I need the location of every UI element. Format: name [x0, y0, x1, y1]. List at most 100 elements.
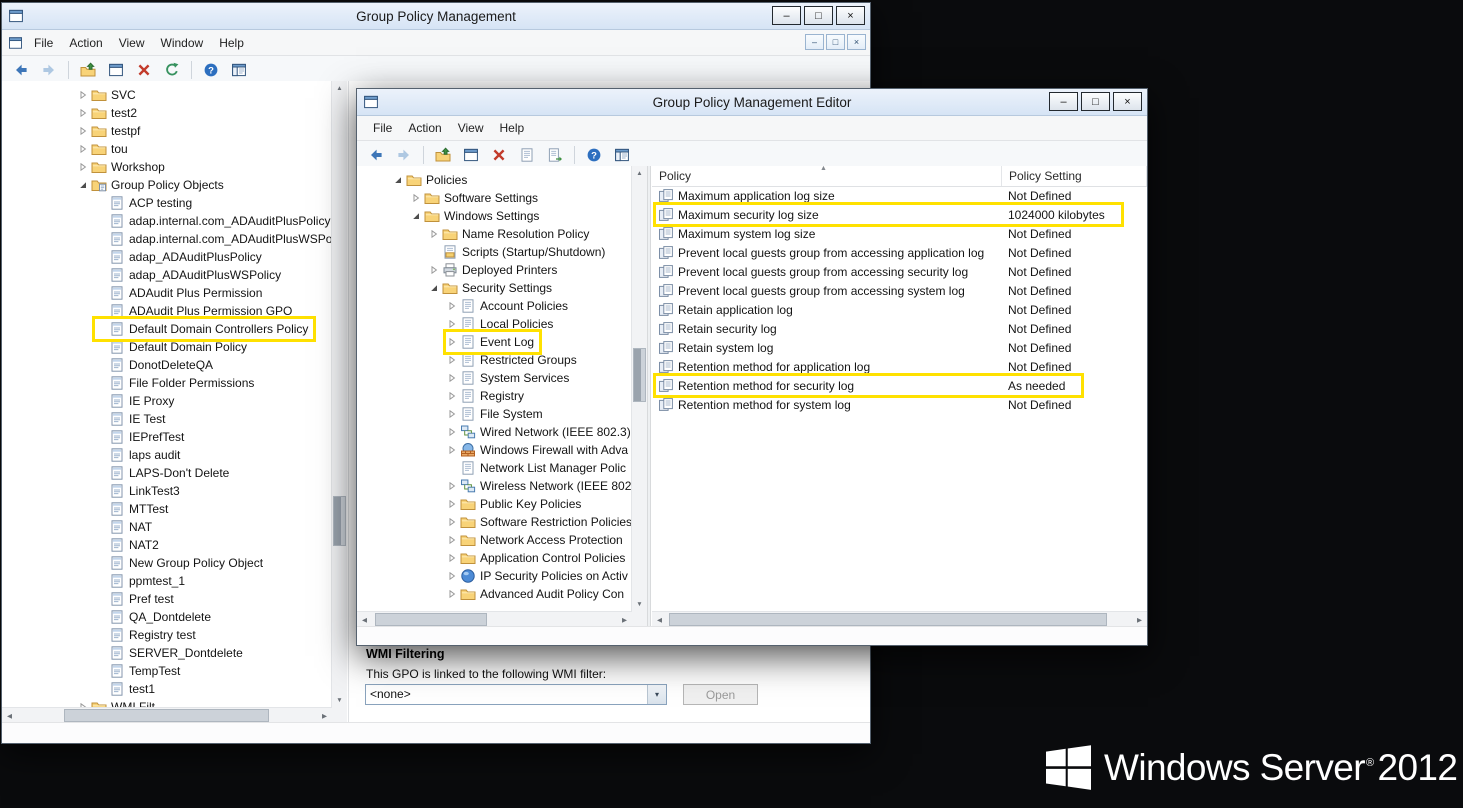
gpme-menu-file[interactable]: File	[365, 121, 400, 135]
gpm-menu-file[interactable]: File	[26, 36, 61, 50]
tree-item-file-system[interactable]: File System	[357, 405, 632, 423]
tree-item-acp-testing[interactable]: ACP testing	[2, 194, 332, 212]
scrollbar-thumb[interactable]	[375, 613, 487, 626]
expand-arrow-icon[interactable]	[429, 229, 442, 239]
forward-button[interactable]	[391, 143, 417, 167]
tree-item-network-list-manager-polic[interactable]: Network List Manager Polic	[357, 459, 632, 477]
delete-button[interactable]	[486, 143, 512, 167]
expand-arrow-icon[interactable]	[447, 337, 460, 347]
scrollbar-thumb[interactable]	[64, 709, 269, 722]
expand-arrow-icon[interactable]	[78, 108, 91, 118]
tree-item-ip-security-policies-on-activ[interactable]: IP Security Policies on Activ	[357, 567, 632, 585]
policy-row-retain-security-log[interactable]: Retain security log Not Defined	[652, 319, 1147, 338]
help-button[interactable]: ?	[198, 58, 224, 82]
collapse-arrow-icon[interactable]	[411, 211, 424, 221]
gpm-tree-horizontal-scrollbar[interactable]: ◀ ▶	[2, 707, 332, 723]
tree-item-security-settings[interactable]: Security Settings	[357, 279, 632, 297]
close-button[interactable]: ×	[836, 6, 865, 25]
dropdown-arrow-icon[interactable]: ▾	[647, 685, 666, 704]
tree-item-workshop[interactable]: Workshop	[2, 158, 332, 176]
gpme-menu-action[interactable]: Action	[400, 121, 449, 135]
up-one-level-button[interactable]	[430, 143, 456, 167]
tree-item-registry[interactable]: Registry	[357, 387, 632, 405]
gpme-tree-horizontal-scrollbar[interactable]: ◀ ▶	[357, 611, 632, 627]
tree-item-wireless-network-ieee-802[interactable]: Wireless Network (IEEE 802.	[357, 477, 632, 495]
tree-item-pref-test[interactable]: Pref test	[2, 590, 332, 608]
tree-item-adap-adauditpluspolicy[interactable]: adap_ADAuditPlusPolicy	[2, 248, 332, 266]
tree-item-temptest[interactable]: TempTest	[2, 662, 332, 680]
policy-row-maximum-security-log-size[interactable]: Maximum security log size 1024000 kilobyt…	[652, 202, 1147, 227]
gpm-titlebar[interactable]: Group Policy Management – □ ×	[2, 3, 870, 30]
scroll-up-arrow-icon[interactable]: ▲	[632, 166, 647, 181]
gpm-menu-action[interactable]: Action	[61, 36, 110, 50]
properties-button[interactable]	[514, 143, 540, 167]
tree-item-donotdeleteqa[interactable]: DonotDeleteQA	[2, 356, 332, 374]
scroll-right-arrow-icon[interactable]: ▶	[617, 612, 632, 627]
expand-arrow-icon[interactable]	[78, 162, 91, 172]
maximize-button[interactable]: □	[1081, 92, 1110, 111]
tree-item-linktest3[interactable]: LinkTest3	[2, 482, 332, 500]
tree-item-new-group-policy-object[interactable]: New Group Policy Object	[2, 554, 332, 572]
wmi-filter-dropdown[interactable]: <none> ▾	[365, 684, 667, 705]
export-list-button[interactable]	[542, 143, 568, 167]
scroll-down-arrow-icon[interactable]: ▼	[632, 597, 647, 612]
tree-item-adaudit-plus-permission[interactable]: ADAudit Plus Permission	[2, 284, 332, 302]
maximize-button[interactable]: □	[804, 6, 833, 25]
tree-item-adap-adauditpluswspolicy[interactable]: adap_ADAuditPlusWSPolicy	[2, 266, 332, 284]
tree-item-default-domain-policy[interactable]: Default Domain Policy	[2, 338, 332, 356]
tree-item-adap-internal-com-adauditpluswspo[interactable]: adap.internal.com_ADAuditPlusWSPo	[2, 230, 332, 248]
tree-item-software-settings[interactable]: Software Settings	[357, 189, 632, 207]
scrollbar-thumb[interactable]	[633, 348, 646, 402]
expand-arrow-icon[interactable]	[447, 571, 460, 581]
tree-item-svc[interactable]: SVC	[2, 86, 332, 104]
gpm-tree-vertical-scrollbar[interactable]: ▲ ▼	[331, 81, 347, 708]
policy-row-retain-application-log[interactable]: Retain application log Not Defined	[652, 300, 1147, 319]
expand-arrow-icon[interactable]	[447, 499, 460, 509]
delete-button[interactable]	[131, 58, 157, 82]
expand-arrow-icon[interactable]	[78, 126, 91, 136]
minimize-button[interactable]: –	[1049, 92, 1078, 111]
collapse-arrow-icon[interactable]	[393, 175, 406, 185]
expand-arrow-icon[interactable]	[78, 90, 91, 100]
policy-column-header[interactable]: Policy ▲	[652, 165, 1002, 186]
expand-arrow-icon[interactable]	[447, 319, 460, 329]
policy-row-retention-method-for-security-log[interactable]: Retention method for security log As need…	[652, 373, 1147, 398]
tree-item-scripts-startup-shutdown[interactable]: Scripts (Startup/Shutdown)	[357, 243, 632, 261]
back-button[interactable]	[363, 143, 389, 167]
tree-item-advanced-audit-policy-con[interactable]: Advanced Audit Policy Con	[357, 585, 632, 603]
policy-row-maximum-system-log-size[interactable]: Maximum system log size Not Defined	[652, 224, 1147, 243]
policy-row-retain-system-log[interactable]: Retain system log Not Defined	[652, 338, 1147, 357]
tree-item-laps-audit[interactable]: laps audit	[2, 446, 332, 464]
gpme-menu-view[interactable]: View	[450, 121, 492, 135]
tree-item-software-restriction-policies[interactable]: Software Restriction Policies	[357, 513, 632, 531]
tree-item-ie-proxy[interactable]: IE Proxy	[2, 392, 332, 410]
tree-item-group-policy-objects[interactable]: Group Policy Objects	[2, 176, 332, 194]
expand-arrow-icon[interactable]	[447, 553, 460, 563]
tree-item-system-services[interactable]: System Services	[357, 369, 632, 387]
console-window-button[interactable]	[103, 58, 129, 82]
tree-item-iepreftest[interactable]: IEPrefTest	[2, 428, 332, 446]
tree-item-registry-test[interactable]: Registry test	[2, 626, 332, 644]
expand-arrow-icon[interactable]	[447, 445, 460, 455]
expand-arrow-icon[interactable]	[447, 427, 460, 437]
gpme-menu-help[interactable]: Help	[492, 121, 533, 135]
tree-item-test2[interactable]: test2	[2, 104, 332, 122]
tree-item-windows-firewall-with-adva[interactable]: Windows Firewall with Adva	[357, 441, 632, 459]
expand-arrow-icon[interactable]	[447, 355, 460, 365]
up-one-level-button[interactable]	[75, 58, 101, 82]
tree-item-qa-dontdelete[interactable]: QA_Dontdelete	[2, 608, 332, 626]
tree-item-mttest[interactable]: MTTest	[2, 500, 332, 518]
scroll-down-arrow-icon[interactable]: ▼	[332, 693, 347, 708]
close-button[interactable]: ×	[1113, 92, 1142, 111]
expand-arrow-icon[interactable]	[447, 373, 460, 383]
tree-item-local-policies[interactable]: Local Policies	[357, 315, 632, 333]
policy-setting-column-header[interactable]: Policy Setting	[1002, 166, 1147, 186]
pane-divider[interactable]	[647, 166, 651, 627]
tree-item-restricted-groups[interactable]: Restricted Groups	[357, 351, 632, 369]
expand-arrow-icon[interactable]	[447, 517, 460, 527]
policy-row-prevent-local-guests-group-from-accessing-system-log[interactable]: Prevent local guests group from accessin…	[652, 281, 1147, 300]
tree-item-nat2[interactable]: NAT2	[2, 536, 332, 554]
tree-item-policies[interactable]: Policies	[357, 171, 632, 189]
minimize-button[interactable]: –	[805, 34, 824, 50]
tree-item-application-control-policies[interactable]: Application Control Policies	[357, 549, 632, 567]
